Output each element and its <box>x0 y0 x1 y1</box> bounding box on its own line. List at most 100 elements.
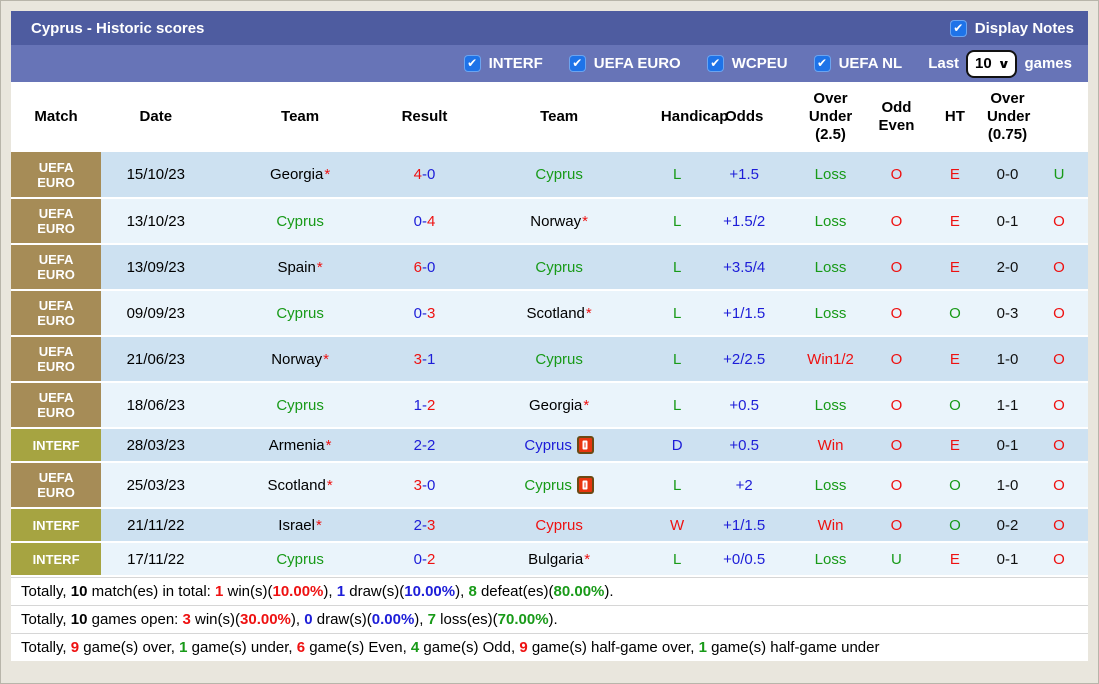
home-star-icon: * <box>325 436 332 454</box>
summary-segment: 3 <box>182 611 191 628</box>
table-row: INTERF 17/11/22 Cyprus 0-2 Bulgaria * L +0/0.5 L… <box>11 542 1088 577</box>
date-cell: 18/06/23 <box>101 382 211 429</box>
summary-segment: 30.00% <box>240 611 291 628</box>
home-team-cell: Armenia * <box>210 428 390 463</box>
home-score: 3 <box>413 350 422 368</box>
column-header: Handicap <box>658 82 728 152</box>
filter-uefa-euro-checkbox[interactable]: ✔ <box>568 55 586 72</box>
away-team-cell: Cyprus <box>459 244 659 291</box>
home-team-cell: Georgia * <box>210 152 390 199</box>
home-score: 1 <box>413 396 422 414</box>
handicap-cell: +1/1.5 <box>695 508 793 543</box>
ht-cell: 0-0 <box>984 152 1030 199</box>
table-row: UEFA EURO 09/09/23 Cyprus 0-3 Scotland * L +1/1… <box>11 290 1088 337</box>
filter-uefa-nl-checkbox[interactable]: ✔ <box>813 55 831 72</box>
team: Cyprus <box>535 517 583 534</box>
competition-label: UEFA EURO <box>37 470 75 500</box>
team-name: Cyprus <box>276 396 324 414</box>
competition-label: UEFA EURO <box>37 298 75 328</box>
result-cell: 3-0 <box>389 462 460 509</box>
odd-even-cell: E <box>924 244 985 291</box>
summary-segment: match(es) in total: <box>87 583 215 600</box>
odd-even-cell: E <box>924 428 985 463</box>
date-cell: 15/10/23 <box>101 152 211 199</box>
away-score: 2 <box>427 550 436 568</box>
last-games-group: Last 10 ∨ games <box>928 49 1072 78</box>
handicap-cell: +0.5 <box>695 428 793 463</box>
date-cell: 28/03/23 <box>101 428 211 463</box>
handicap-cell: +0.5 <box>695 382 793 429</box>
filter-uefa-nl[interactable]: ✔ UEFA NL <box>813 55 902 72</box>
odds-cell: Win <box>792 508 869 543</box>
over-under-25-cell: U <box>868 542 925 577</box>
team: Georgia * <box>270 166 330 183</box>
odd-even-cell: E <box>924 542 985 577</box>
summary-segment: 1 <box>698 639 707 656</box>
result-cell: 3-1 <box>389 336 460 383</box>
ht-cell: 1-0 <box>984 462 1030 509</box>
date-cell: 13/10/23 <box>101 198 211 245</box>
table-row: UEFA EURO 21/06/23 Norway * 3-1 Cyprus L +2/2.5… <box>11 336 1088 383</box>
over-under-25-cell: O <box>868 290 925 337</box>
ht-cell: 0-3 <box>984 290 1030 337</box>
summary-segment: 6 <box>296 639 306 656</box>
home-star-icon: * <box>584 550 591 568</box>
column-header: Odd Even <box>868 82 925 152</box>
team: Cyprus <box>276 213 324 230</box>
away-team-cell: Cyprus <box>459 508 659 543</box>
red-card-icon <box>576 476 594 494</box>
filter-uefa-euro[interactable]: ✔ UEFA EURO <box>568 55 681 72</box>
away-team-cell: Cyprus <box>459 428 659 463</box>
match-competition-cell: UEFA EURO <box>11 152 102 199</box>
display-notes-toggle[interactable]: ✔ Display Notes <box>949 19 1074 37</box>
over-under-25-cell: O <box>868 152 925 199</box>
home-score: 0 <box>413 212 422 230</box>
over-under-25-cell: O <box>868 198 925 245</box>
team: Cyprus <box>276 397 324 414</box>
over-under-25-cell: O <box>868 336 925 383</box>
over-under-25-cell: O <box>868 428 925 463</box>
away-team-cell: Georgia * <box>459 382 659 429</box>
home-score: 2 <box>413 436 422 454</box>
column-header: Over Under (0.75) <box>984 82 1030 152</box>
match-competition-cell: UEFA EURO <box>11 244 102 291</box>
filter-wcpeu[interactable]: ✔ WCPEU <box>706 55 788 72</box>
team-name: Cyprus <box>535 350 583 368</box>
column-header: Team <box>459 82 659 152</box>
date-cell: 25/03/23 <box>101 462 211 509</box>
result-cell: 0-3 <box>389 290 460 337</box>
summary-line: Totally, 10 match(es) in total: 1 win(s)… <box>11 577 1088 605</box>
last-games-select[interactable]: 10 ∨ <box>966 49 1018 78</box>
odd-even-cell: O <box>924 508 985 543</box>
away-score: 0 <box>427 476 436 494</box>
away-team-cell: Scotland * <box>459 290 659 337</box>
handicap-cell: +1/1.5 <box>695 290 793 337</box>
over-under-075-cell: O <box>1030 542 1088 577</box>
summary-segment: ). <box>604 583 614 600</box>
filter-interf-checkbox[interactable]: ✔ <box>463 55 481 72</box>
date-cell: 09/09/23 <box>101 290 211 337</box>
wdl-cell: L <box>658 542 696 577</box>
display-notes-checkbox[interactable]: ✔ <box>949 19 967 37</box>
filter-wcpeu-checkbox[interactable]: ✔ <box>706 55 724 72</box>
team: Scotland * <box>527 305 592 322</box>
last-games-value: 10 <box>975 55 992 72</box>
summary-line: Totally, 10 games open: 3 win(s)(30.00%)… <box>11 605 1088 633</box>
home-star-icon: * <box>315 516 322 534</box>
summary-segment: 7 <box>427 611 436 628</box>
summary-segment: game(s) Even, <box>305 639 411 656</box>
summary-segment: 10.00% <box>272 583 324 600</box>
table-row: UEFA EURO 18/06/23 Cyprus 1-2 Georgia * L +0.5 L… <box>11 382 1088 429</box>
odds-cell: Loss <box>792 462 869 509</box>
filter-interf[interactable]: ✔ INTERF <box>463 55 543 72</box>
home-star-icon: * <box>326 476 333 494</box>
team-name: Spain <box>277 258 316 276</box>
home-team-cell: Cyprus <box>210 542 390 577</box>
date-cell: 17/11/22 <box>101 542 211 577</box>
team: Israel * <box>278 517 322 534</box>
home-star-icon: * <box>316 258 323 276</box>
team-name: Georgia <box>529 396 583 414</box>
match-competition-cell: UEFA EURO <box>11 336 102 383</box>
summary-segment: 0 <box>304 611 313 628</box>
summary-segment: draw(s)( <box>312 611 372 628</box>
